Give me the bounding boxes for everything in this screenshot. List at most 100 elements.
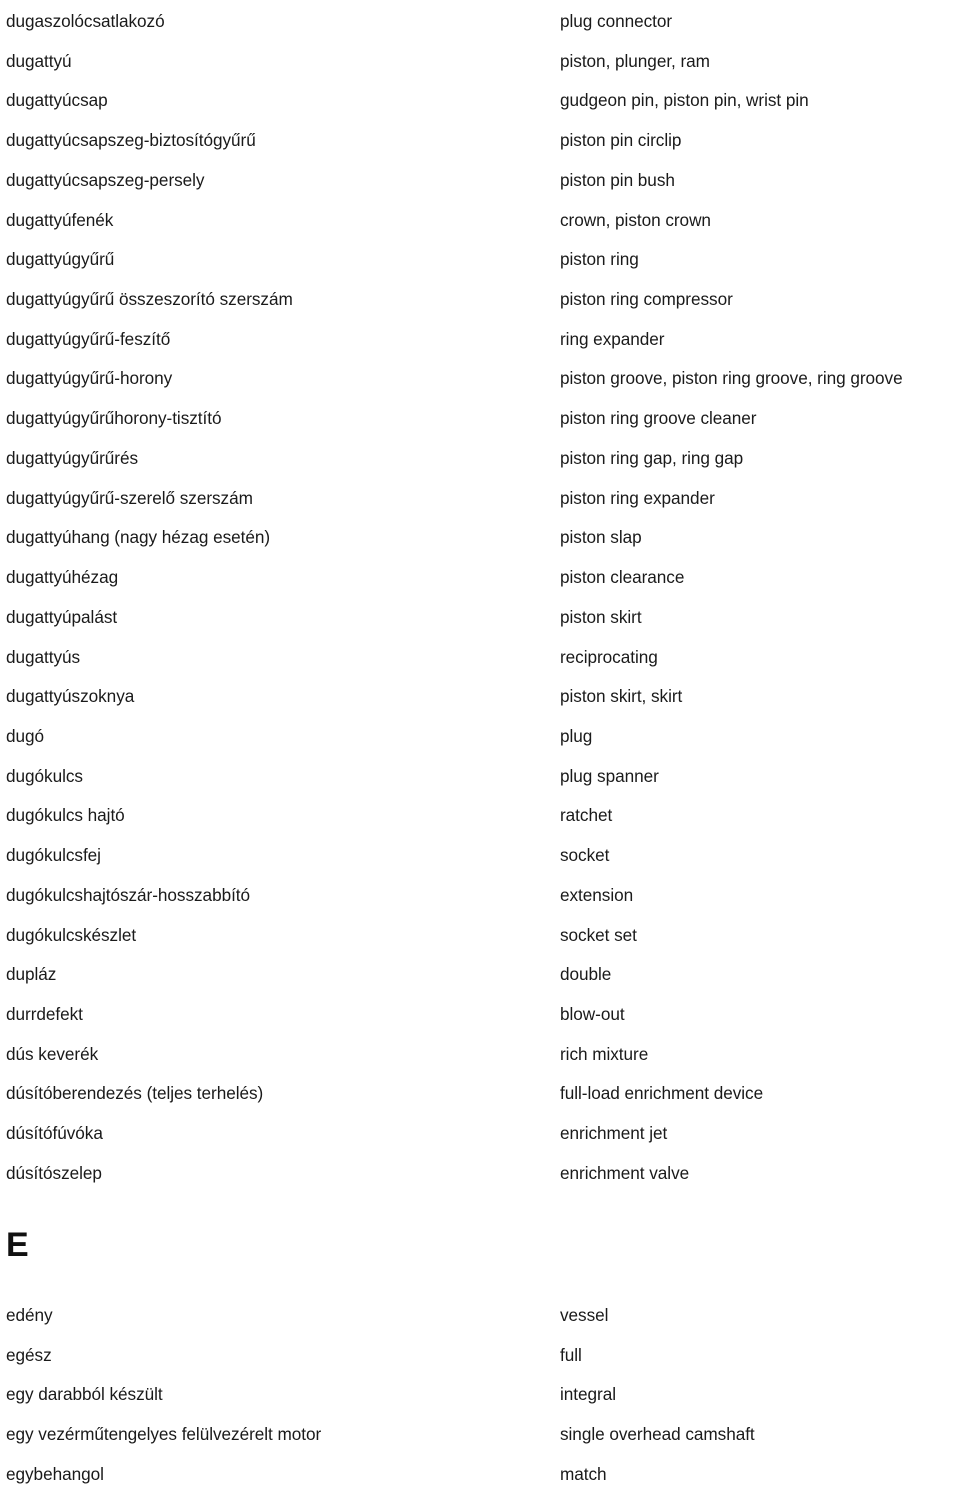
term-english: full-load enrichment device — [560, 1083, 764, 1104]
term-hungarian: dugókulcs — [6, 765, 83, 786]
glossary-entry-row: dúsítószelep enrichment valve — [0, 1154, 960, 1194]
term-hungarian: dugaszolócsatlakozó — [6, 11, 165, 31]
term-english: plug spanner — [560, 765, 659, 786]
glossary-entry-row: dugókulcs plug spanner — [0, 757, 960, 797]
term-hungarian: dugattyúgyűrű összeszorító szerszám — [6, 289, 293, 310]
glossary-entry-row: egész full — [0, 1336, 960, 1376]
term-english: piston pin circlip — [560, 130, 682, 151]
term-hungarian: dúsítóberendezés (teljes terhelés) — [6, 1083, 264, 1104]
term-hungarian: dugattyúgyűrűrés — [6, 447, 139, 468]
glossary-entry-row: dugattyús reciprocating — [0, 638, 960, 678]
term-english: single overhead camshaft — [560, 1424, 755, 1445]
term-hungarian: durrdefekt — [6, 1003, 83, 1024]
term-hungarian: dugattyúgyűrű-horony — [6, 368, 173, 389]
term-hungarian: dúsítófúvóka — [6, 1123, 103, 1144]
glossary-entry-row: dugattyúgyűrűhorony-tisztító piston ring … — [0, 399, 960, 439]
term-hungarian: dugattyús — [6, 646, 81, 667]
glossary-block-d: dugaszolócsatlakozó plug connector dugatty… — [0, 2, 960, 1194]
glossary-entry-row: dugattyúcsap gudgeon pin, piston pin, wri… — [0, 81, 960, 121]
glossary-entry-row: dugattyúhang (nagy hézag esetén) piston s… — [0, 518, 960, 558]
glossary-entry-row: dugókulcshajtószár-hosszabbító extension — [0, 876, 960, 916]
term-hungarian: dugattyúfenék — [6, 209, 114, 230]
glossary-entry-row: dugattyúszoknya piston skirt, skirt — [0, 677, 960, 717]
glossary-entry-row: dugattyúpalást piston skirt — [0, 598, 960, 638]
term-english: piston skirt — [560, 606, 642, 627]
term-english: gudgeon pin, piston pin, wrist pin — [560, 90, 809, 111]
term-hungarian: dugattyúgyűrűhorony-tisztító — [6, 408, 222, 429]
glossary-entry-row: dugattyúhézag piston clearance — [0, 558, 960, 598]
term-hungarian: dugó — [6, 725, 45, 746]
glossary-entry-row: egy vezérműtengelyes felülvezérelt motor… — [0, 1415, 960, 1455]
term-hungarian: dugattyú — [6, 50, 72, 71]
term-english: integral — [560, 1384, 616, 1405]
term-hungarian: egy vezérműtengelyes felülvezérelt motor — [6, 1424, 322, 1445]
glossary-entry-row: dugattyúcsapszeg-persely piston pin bush — [0, 161, 960, 201]
term-hungarian: egybehangol — [6, 1463, 104, 1484]
glossary-entry-row: dugattyúcsapszeg-biztosítógyűrű piston pi… — [0, 121, 960, 161]
term-hungarian: dús keverék — [6, 1043, 99, 1064]
term-hungarian: dugókulcshajtószár-hosszabbító — [6, 884, 251, 905]
glossary-entry-row: dús keverék rich mixture — [0, 1035, 960, 1075]
section-letter-heading: E — [6, 1226, 29, 1264]
glossary-entry-row: dúsítóberendezés (teljes terhelés) full-l… — [0, 1074, 960, 1114]
glossary-entry-row: dugaszolócsatlakozó plug connector — [0, 2, 960, 42]
term-english: enrichment jet — [560, 1123, 668, 1144]
term-hungarian: dugattyúszoknya — [6, 686, 135, 707]
glossary-entry-row: edény vessel — [0, 1296, 960, 1336]
term-hungarian: dugattyúhang (nagy hézag esetén) — [6, 527, 271, 548]
term-english: plug connector — [560, 11, 673, 31]
term-hungarian: dúsítószelep — [6, 1162, 102, 1183]
glossary-entry-row: dugattyúgyűrű piston ring — [0, 240, 960, 280]
term-english: piston pin bush — [560, 169, 675, 190]
term-english: extension — [560, 884, 634, 905]
term-english: piston skirt, skirt — [560, 686, 683, 707]
term-hungarian: dugattyúhézag — [6, 567, 119, 588]
term-english: piston ring groove cleaner — [560, 408, 757, 429]
term-hungarian: dugattyúcsapszeg-persely — [6, 169, 205, 190]
term-english: double — [560, 964, 612, 985]
term-english: socket — [560, 845, 610, 866]
term-hungarian: dugókulcs hajtó — [6, 805, 125, 826]
glossary-block-e: edény vessel egész full egy darabból készült… — [0, 1296, 960, 1495]
term-english: rich mixture — [560, 1043, 649, 1064]
term-english: vessel — [560, 1305, 609, 1325]
glossary-page: dugaszolócsatlakozó plug connector dugatty… — [0, 0, 960, 1486]
term-hungarian: dugattyúcsap — [6, 90, 108, 111]
glossary-entry-row: dugókulcsfej socket — [0, 836, 960, 876]
term-hungarian: edény — [6, 1305, 53, 1325]
term-hungarian: dugattyúgyűrű — [6, 249, 115, 270]
term-english: ring expander — [560, 328, 665, 349]
term-english: enrichment valve — [560, 1162, 690, 1183]
term-english: piston ring compressor — [560, 289, 733, 310]
glossary-entry-row: dupláz double — [0, 955, 960, 995]
glossary-entry-row: dugattyúfenék crown, piston crown — [0, 201, 960, 241]
term-hungarian: dupláz — [6, 964, 57, 985]
term-english: piston ring — [560, 249, 639, 270]
term-english: crown, piston crown — [560, 209, 711, 230]
glossary-entry-row: dúsítófúvóka enrichment jet — [0, 1114, 960, 1154]
term-english: plug — [560, 725, 593, 746]
glossary-entry-row: dugókulcskészlet socket set — [0, 916, 960, 956]
glossary-entry-row: dugattyúgyűrűrés piston ring gap, ring ga… — [0, 439, 960, 479]
term-hungarian: egy darabból készült — [6, 1384, 163, 1405]
glossary-entry-row: egy darabból készült integral — [0, 1375, 960, 1415]
term-english: full — [560, 1344, 582, 1365]
term-hungarian: dugókulcsfej — [6, 845, 101, 866]
term-english: socket set — [560, 924, 637, 945]
term-english: ratchet — [560, 805, 613, 826]
glossary-entry-row: egybehangol match — [0, 1455, 960, 1495]
term-english: piston, plunger, ram — [560, 50, 710, 71]
term-english: blow-out — [560, 1003, 625, 1024]
glossary-entry-row: dugó plug — [0, 717, 960, 757]
glossary-entry-row: dugattyúgyűrű-feszítő ring expander — [0, 320, 960, 360]
term-english: piston groove, piston ring groove, ring … — [560, 368, 903, 389]
glossary-entry-row: dugattyúgyűrű összeszorító szerszám pisto… — [0, 280, 960, 320]
term-hungarian: dugattyúpalást — [6, 606, 118, 627]
term-english: piston clearance — [560, 567, 685, 588]
term-hungarian: egész — [6, 1344, 52, 1365]
term-hungarian: dugattyúcsapszeg-biztosítógyűrű — [6, 130, 256, 151]
glossary-entry-row: dugattyú piston, plunger, ram — [0, 42, 960, 82]
glossary-entry-row: dugókulcs hajtó ratchet — [0, 796, 960, 836]
term-hungarian: dugattyúgyűrű-feszítő — [6, 328, 171, 349]
glossary-entry-row: dugattyúgyűrű-horony piston groove, pisto… — [0, 359, 960, 399]
